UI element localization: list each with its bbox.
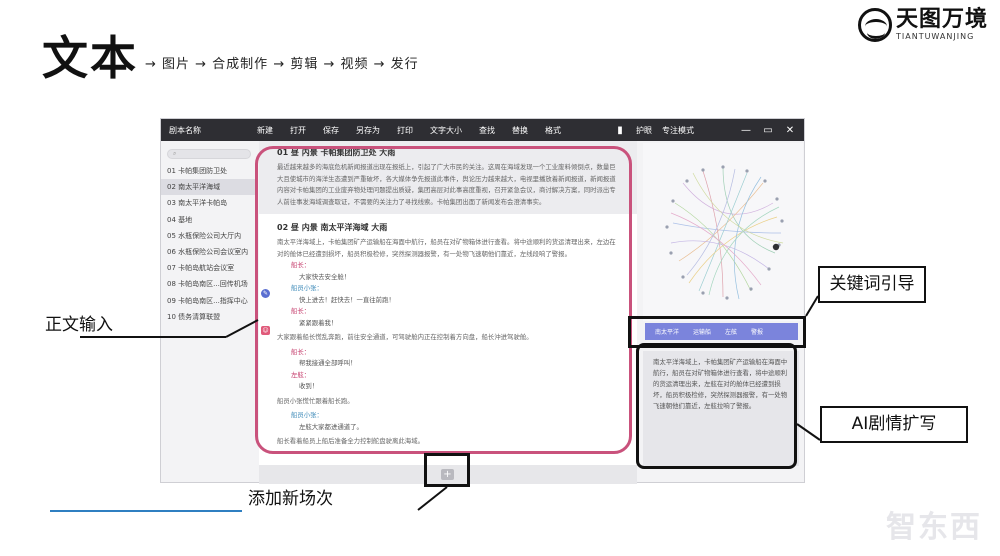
body-input-label: 正文输入 bbox=[45, 315, 113, 335]
watermark: 智东西 bbox=[886, 510, 982, 545]
ai-expand-callout: AI剧情扩写 bbox=[820, 406, 968, 443]
add-scene-label: 添加新场次 bbox=[248, 489, 333, 509]
keyword-guide-callout: 关键词引导 bbox=[818, 266, 926, 303]
